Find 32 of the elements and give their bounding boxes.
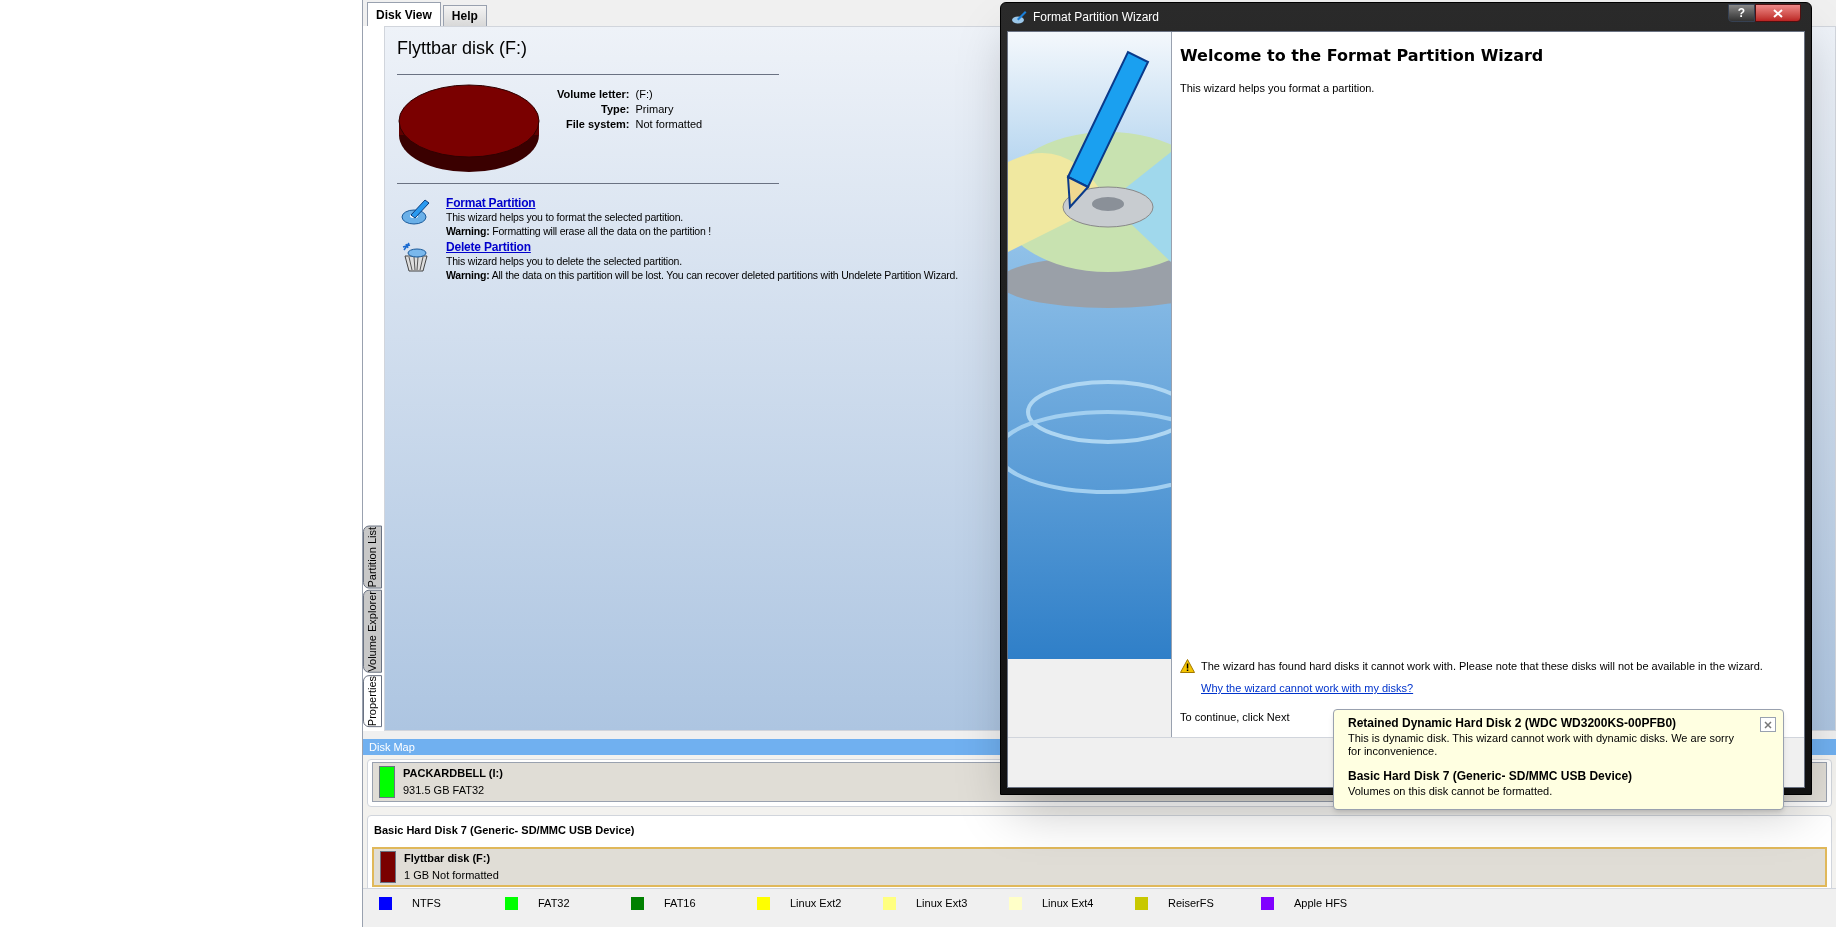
field-value: (F:) bbox=[635, 87, 654, 102]
action-description: This wizard helps you to format the selected partition. bbox=[446, 210, 685, 224]
legend-label: Linux Ext2 bbox=[790, 896, 843, 912]
window-title: Format Partition Wizard bbox=[1033, 9, 1160, 26]
field-label: Type: bbox=[600, 102, 630, 117]
legend-label: Linux Ext3 bbox=[916, 896, 969, 912]
field-value: Not formatted bbox=[635, 117, 703, 132]
legend-label: Apple HFS bbox=[1294, 896, 1349, 912]
partition-info: 931.5 GB FAT32 bbox=[403, 783, 486, 798]
wizard-intro: This wizard helps you format a partition. bbox=[1180, 81, 1376, 96]
partition-title: Flyttbar disk (F:) bbox=[397, 37, 527, 60]
tooltip-text: Volumes on this disk cannot be formatted. bbox=[1348, 785, 1554, 798]
wizard-warning: The wizard has found hard disks it cannot work with. Please note that these disks will not be available in the wizard. bbox=[1201, 658, 1763, 674]
legend-label: ReiserFS bbox=[1168, 896, 1215, 912]
partition-info: 1 GB Not formatted bbox=[404, 867, 499, 883]
tooltip-title: Retained Dynamic Hard Disk 2 (WDC WD3200KS-00PFB0) bbox=[1348, 717, 1678, 730]
legend-label: FAT32 bbox=[538, 896, 571, 912]
action-warning: Warning: Formatting will erase all the data on the partition ! bbox=[446, 224, 711, 238]
legend-label: FAT16 bbox=[664, 896, 697, 912]
legend-label: Linux Ext4 bbox=[1042, 896, 1095, 912]
wizard-heading: Welcome to the Format Partition Wizard bbox=[1180, 45, 1545, 67]
tooltip-title: Basic Hard Disk 7 (Generic- SD/MMC USB Device) bbox=[1348, 770, 1634, 783]
partition-name: Flyttbar disk (F:) bbox=[404, 850, 492, 866]
disk-header: Basic Hard Disk 7 (Generic- SD/MMC USB Device) bbox=[373, 823, 636, 838]
field-label: Volume letter: bbox=[557, 87, 630, 102]
field-label: File system: bbox=[564, 117, 630, 132]
partition-name: PACKARDBELL (I:) bbox=[403, 766, 503, 781]
field-value: Primary bbox=[635, 102, 675, 117]
continue-hint: To continue, click Next bbox=[1180, 709, 1290, 725]
legend-label: NTFS bbox=[412, 896, 442, 912]
action-description: This wizard helps you to delete the selected partition. bbox=[446, 254, 683, 268]
action-warning: Warning: All the data on this partition will be lost. You can recover deleted partitions with Undelete Partition Wizard. bbox=[446, 268, 958, 282]
